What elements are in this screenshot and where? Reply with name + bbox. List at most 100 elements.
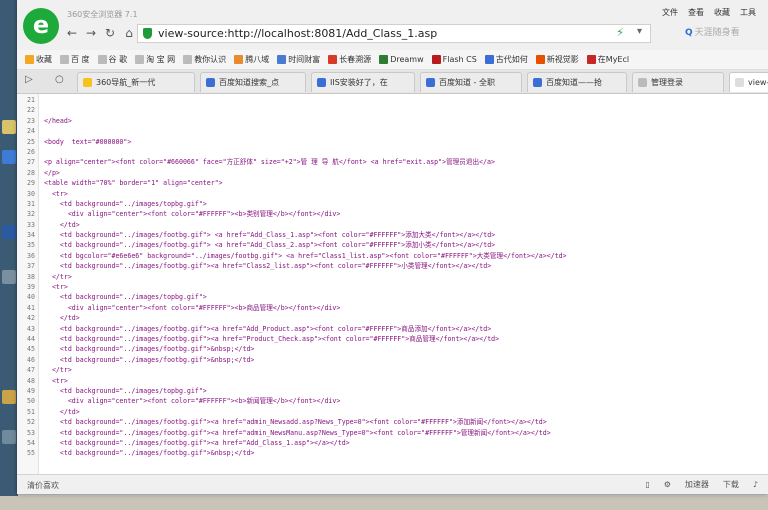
bookmark-item[interactable]: 腾八域 bbox=[234, 54, 269, 65]
line-number: 29 bbox=[27, 179, 35, 188]
accelerator-button[interactable]: 加速器 bbox=[685, 479, 709, 490]
line-number: 33 bbox=[27, 220, 35, 229]
bookmark-item[interactable]: 百 度 bbox=[60, 54, 90, 65]
search-icon: Q bbox=[685, 28, 693, 38]
source-line: 30 <tr> bbox=[17, 189, 768, 199]
menu-file[interactable]: 文件 bbox=[662, 7, 678, 18]
bookmark-icon bbox=[60, 55, 69, 64]
line-code: <td background="../images/footbg.gif"><a… bbox=[44, 324, 492, 333]
line-code: </head> bbox=[44, 116, 72, 125]
line-code: <td background="../images/topbg.gif"> bbox=[44, 386, 207, 395]
speed-mode-icon[interactable]: ⚡ bbox=[616, 26, 624, 39]
tools-icon[interactable]: ⚙ bbox=[664, 480, 671, 489]
desktop-icon[interactable] bbox=[2, 120, 16, 134]
line-number: 49 bbox=[27, 386, 35, 395]
forward-icon[interactable]: → bbox=[84, 26, 98, 40]
bookmark-item[interactable]: 在MyEcl bbox=[586, 54, 629, 65]
browser-window: 360安全浏览器 7.1 文件 查看 收藏 工具 ← → ↻ ⌂ view-so… bbox=[17, 0, 768, 494]
page-source-view[interactable]: 21 22 23 </head> 24 25 <body text="#000000"> 26… bbox=[17, 94, 768, 474]
tab-favicon-icon bbox=[83, 78, 92, 87]
line-code: <tr> bbox=[44, 189, 68, 198]
source-line: 21 bbox=[17, 95, 768, 105]
tab-strip: ▷ ○ 360导航_新一代 百度知道搜索_点 IIS安装好了，在 百度知道 - 全职 百… bbox=[17, 70, 768, 94]
source-line: 32 <div align="center"><font color="#FFF… bbox=[17, 209, 768, 219]
line-number: 51 bbox=[27, 407, 35, 416]
bookmark-item[interactable]: 时间财富 bbox=[277, 54, 320, 65]
tab[interactable]: 百度知道——抢 bbox=[527, 72, 627, 92]
bookmark-item[interactable]: Flash CS bbox=[431, 55, 477, 64]
source-line: 46 <td background="../images/footbg.gif"… bbox=[17, 355, 768, 365]
refresh-icon[interactable]: ↻ bbox=[103, 26, 117, 40]
line-code: </td> bbox=[44, 407, 80, 416]
bookmark-item[interactable]: 新视觉影 bbox=[535, 54, 579, 65]
search-box[interactable]: Q 天涯随身看 bbox=[685, 24, 768, 43]
restore-tab-icon[interactable]: ○ bbox=[55, 74, 64, 85]
line-code: <div align="center"><font color="#FFFFFF… bbox=[44, 303, 341, 312]
sidebar-toggle-icon[interactable]: ▷ bbox=[25, 74, 33, 85]
bookmark-label: 收藏 bbox=[36, 55, 52, 64]
source-line: 42 </td> bbox=[17, 313, 768, 323]
line-number: 45 bbox=[27, 345, 35, 354]
menu-favorites[interactable]: 收藏 bbox=[714, 7, 730, 18]
bookmark-item[interactable]: 谷 歌 bbox=[97, 54, 127, 65]
tab[interactable]: 360导航_新一代 bbox=[77, 72, 195, 92]
status-text[interactable]: 清价喜欢 bbox=[27, 480, 59, 491]
address-url[interactable]: view-source:http://localhost:8081/Add_Cl… bbox=[158, 27, 437, 40]
home-icon[interactable]: ⌂ bbox=[122, 26, 136, 40]
menu-view[interactable]: 查看 bbox=[688, 7, 704, 18]
bookmark-icon bbox=[484, 55, 494, 64]
tab-active[interactable]: view-sou bbox=[729, 72, 768, 92]
line-number: 26 bbox=[27, 147, 35, 156]
back-icon[interactable]: ← bbox=[65, 26, 79, 40]
tab-label: IIS安装好了，在 bbox=[330, 78, 388, 87]
line-code: <p align="center"><font color="#660066" … bbox=[44, 158, 495, 167]
line-code: <div align="center"><font color="#FFFFFF… bbox=[44, 397, 341, 406]
line-code: <td background="../images/footbg.gif"><a… bbox=[44, 428, 551, 437]
desktop-icon[interactable] bbox=[2, 270, 16, 284]
device-icon[interactable]: ▯ bbox=[645, 480, 649, 489]
source-line: 51 </td> bbox=[17, 407, 768, 417]
tab[interactable]: 百度知道 - 全职 bbox=[420, 72, 522, 92]
line-number: 32 bbox=[27, 210, 35, 219]
source-line: 34 <td background="../images/footbg.gif"… bbox=[17, 230, 768, 240]
line-number: 46 bbox=[27, 355, 35, 364]
line-code: <td background="../images/topbg.gif"> bbox=[44, 293, 207, 302]
source-line: 23 </head> bbox=[17, 116, 768, 126]
bookmark-item[interactable]: 淘 宝 网 bbox=[135, 54, 175, 65]
line-number: 47 bbox=[27, 366, 35, 375]
tab-favicon-icon bbox=[638, 78, 647, 87]
tab-favicon-icon bbox=[317, 78, 326, 87]
line-code: </tr> bbox=[44, 366, 72, 375]
tab[interactable]: 百度知道搜索_点 bbox=[200, 72, 306, 92]
tab[interactable]: IIS安装好了，在 bbox=[311, 72, 415, 92]
source-line: 45 <td background="../images/footbg.gif"… bbox=[17, 344, 768, 354]
address-bar[interactable]: view-source:http://localhost:8081/Add_Cl… bbox=[137, 24, 651, 43]
source-line: 28 </p> bbox=[17, 168, 768, 178]
line-code: <td background="../images/footbg.gif">&n… bbox=[44, 355, 255, 364]
line-number: 25 bbox=[27, 137, 35, 146]
download-button[interactable]: 下载 bbox=[723, 479, 739, 490]
browser-logo-icon[interactable] bbox=[23, 8, 59, 44]
line-code: <tr> bbox=[44, 283, 68, 292]
menu-bar: 文件 查看 收藏 工具 bbox=[662, 7, 756, 18]
tab[interactable]: 管理登录 bbox=[632, 72, 724, 92]
chevron-down-icon[interactable]: ▾ bbox=[637, 26, 642, 37]
source-line: 54 <td background="../images/footbg.gif"… bbox=[17, 438, 768, 448]
line-number: 50 bbox=[27, 397, 35, 406]
menu-tools[interactable]: 工具 bbox=[740, 7, 756, 18]
bookmark-item[interactable]: 收藏 bbox=[25, 54, 52, 65]
source-line: 49 <td background="../images/topbg.gif"> bbox=[17, 386, 768, 396]
desktop-icon[interactable] bbox=[2, 430, 16, 444]
desktop-icon[interactable] bbox=[2, 150, 16, 164]
bookmark-item[interactable]: Dreamw bbox=[379, 55, 424, 64]
bookmark-icon bbox=[328, 55, 338, 64]
bookmark-item[interactable]: 古代如何 bbox=[484, 54, 528, 65]
desktop-icon[interactable] bbox=[2, 390, 16, 404]
line-number: 48 bbox=[27, 376, 35, 385]
bookmark-item[interactable]: 长春溯源 bbox=[328, 54, 371, 65]
app-title: 360安全浏览器 7.1 bbox=[67, 10, 138, 19]
sound-icon[interactable]: ♪ bbox=[753, 480, 758, 489]
desktop-icon[interactable] bbox=[2, 225, 16, 239]
bookmark-item[interactable]: 教你认识 bbox=[183, 54, 226, 65]
tab-label: 360导航_新一代 bbox=[96, 78, 156, 87]
